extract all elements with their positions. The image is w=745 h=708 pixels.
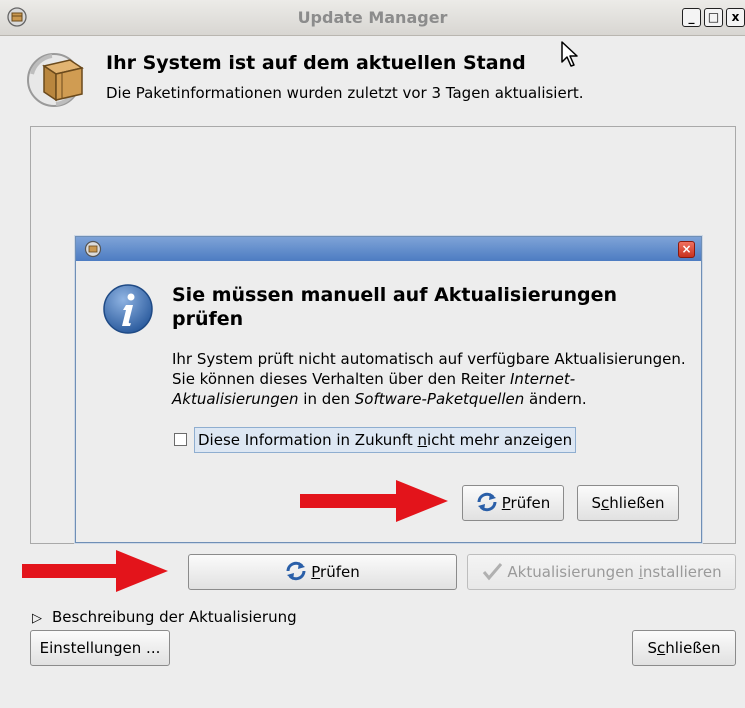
close-button[interactable]: Schließen [632,630,736,666]
minimize-button[interactable]: _ [682,8,701,27]
check-button[interactable]: Prüfen [188,554,457,590]
dialog-message-text: in den [298,390,355,408]
settings-button[interactable]: Einstellungen ... [30,630,170,666]
dialog-close-text-button[interactable]: Schließen [577,485,679,521]
dialog-message-text: Ihr System prüft nicht automatisch auf v… [172,350,686,388]
dialog-close-button[interactable]: × [678,241,695,258]
status-title: Ihr System ist auf dem aktuellen Stand [106,52,526,74]
close-window-button[interactable]: x [726,8,745,27]
annotation-arrow-main [22,550,168,592]
software-sources-ref: Software-Paketquellen [354,390,525,408]
annotation-arrow-dialog [300,480,448,522]
status-subtitle: Die Paketinformationen wurden zuletzt vo… [106,84,584,102]
update-manager-app-icon [84,240,102,258]
maximize-button[interactable]: □ [704,8,723,27]
dont-show-again-checkbox[interactable] [174,433,187,446]
window-titlebar[interactable]: Update Manager _ □ x [0,0,745,36]
install-updates-button[interactable]: Aktualisierungen installieren [467,554,736,590]
dialog-titlebar[interactable]: × [76,237,701,261]
mouse-cursor-icon [561,41,578,67]
expander-triangle-icon: ▷ [32,611,42,626]
dialog-title: Sie müssen manuell auf Aktualisierungen … [172,284,618,330]
dialog-message-text: ändern. [524,390,587,408]
info-icon [103,284,153,334]
refresh-icon [286,561,306,581]
package-status-icon [27,53,84,107]
dialog-check-button[interactable]: Prüfen [462,485,564,521]
checkmark-icon [483,563,503,581]
window-title: Update Manager [297,8,448,27]
expander-label: Beschreibung der Aktualisierung [52,608,297,626]
dialog-message: Ihr System prüft nicht automatisch auf v… [172,349,692,409]
dont-show-again-label[interactable]: Diese Information in Zukunft nicht mehr … [194,427,577,453]
refresh-icon [477,492,497,512]
update-description-expander[interactable]: ▷ Beschreibung der Aktualisierung [32,608,297,626]
